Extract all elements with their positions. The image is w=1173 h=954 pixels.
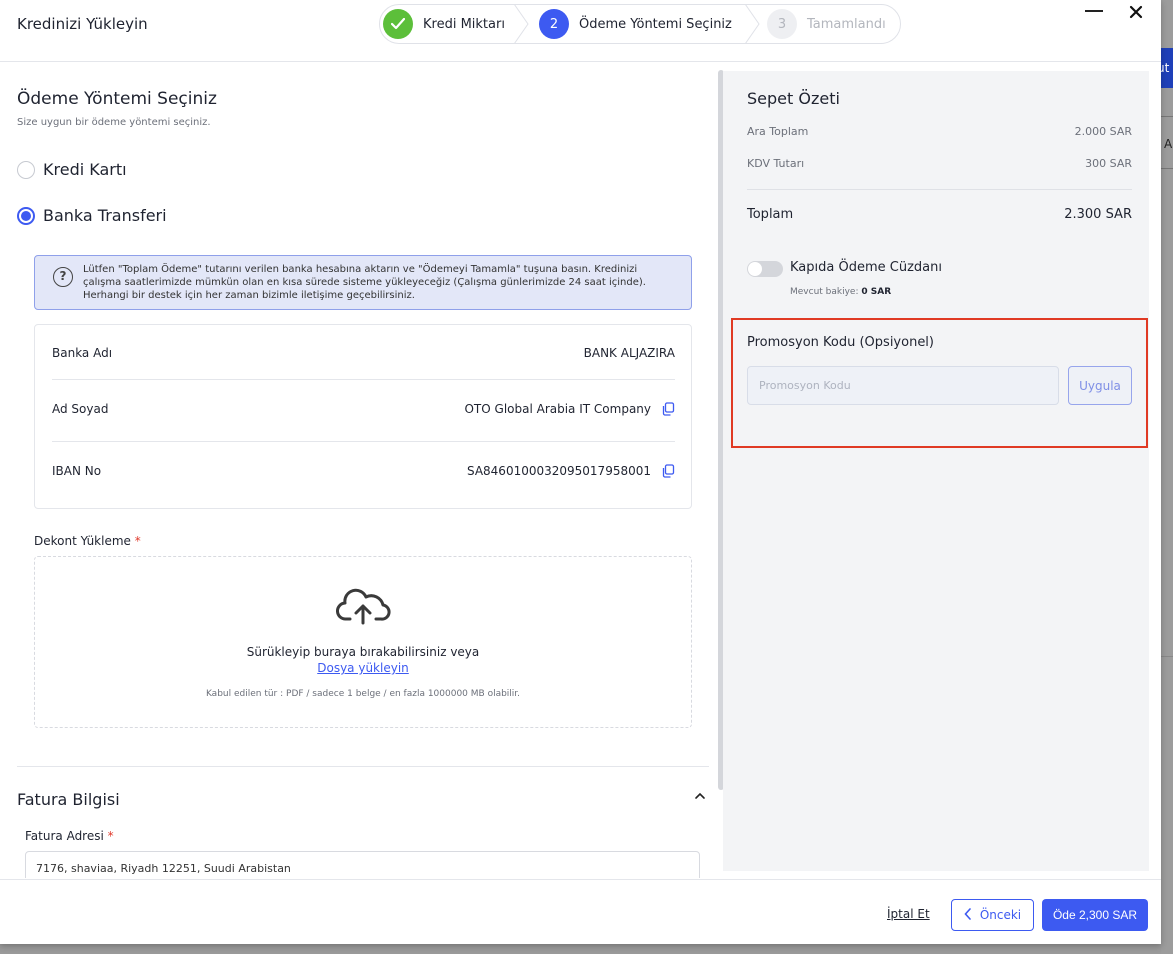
- invoice-address-label-text: Fatura Adresi: [25, 829, 104, 843]
- step-number: 2: [539, 9, 569, 39]
- balance-value: 0 SAR: [861, 287, 892, 297]
- radio-kredi-karti[interactable]: Kredi Kartı: [17, 160, 127, 179]
- step-tamamlandi[interactable]: 3 Tamamlandı: [767, 5, 886, 43]
- upload-drag-text: Sürükleyip buraya bırakabilirsiniz veya: [246, 645, 480, 659]
- bank-value-group: OTO Global Arabia IT Company: [464, 402, 675, 416]
- background-button: ut: [1161, 48, 1173, 88]
- radio-banka-transferi[interactable]: Banka Transferi: [17, 206, 167, 225]
- balance-label: Mevcut bakiye:: [790, 287, 859, 297]
- subtotal-row: Ara Toplam 2.000 SAR: [747, 125, 1132, 138]
- step-number: 3: [767, 9, 797, 39]
- modal-footer: İptal Et Önceki Öde 2,300 SAR: [0, 879, 1161, 944]
- step-odeme-yontemi[interactable]: 2 Ödeme Yöntemi Seçiniz: [539, 5, 732, 43]
- bank-row-name: Banka Adı BANK ALJAZIRA: [52, 346, 675, 360]
- upload-label: Dekont Yükleme *: [34, 534, 141, 548]
- step-label: Tamamlandı: [807, 16, 886, 32]
- vat-value: 300 SAR: [1085, 157, 1132, 170]
- bank-row-holder: Ad Soyad OTO Global Arabia IT Company: [52, 402, 675, 416]
- payment-panel: Ödeme Yöntemi Seçiniz Size uygun bir öde…: [0, 63, 718, 878]
- previous-label: Önceki: [979, 908, 1022, 922]
- bank-key: Banka Adı: [52, 346, 113, 360]
- minimize-icon[interactable]: [1085, 10, 1103, 12]
- bank-key: Ad Soyad: [52, 402, 109, 416]
- subtotal-value: 2.000 SAR: [1074, 125, 1132, 138]
- background-divider: [1161, 116, 1173, 117]
- divider: [747, 189, 1132, 190]
- close-icon[interactable]: [1126, 0, 1146, 39]
- promo-highlight-box: [731, 318, 1148, 448]
- cancel-link[interactable]: İptal Et: [887, 907, 930, 921]
- total-value: 2.300 SAR: [1064, 207, 1132, 222]
- total-row: Toplam 2.300 SAR: [747, 207, 1132, 222]
- copy-icon[interactable]: [661, 464, 675, 478]
- total-label: Toplam: [747, 207, 794, 222]
- check-icon: [383, 9, 413, 39]
- radio-circle[interactable]: [17, 160, 35, 179]
- previous-button[interactable]: Önceki: [951, 899, 1034, 931]
- bank-key: IBAN No: [52, 464, 102, 478]
- bank-value: OTO Global Arabia IT Company: [464, 402, 651, 416]
- radio-circle[interactable]: [17, 206, 35, 225]
- bank-value-group: SA8460100032095017958001: [467, 464, 675, 478]
- summary-title: Sepet Özeti: [747, 89, 840, 108]
- bank-value: BANK ALJAZIRA: [583, 346, 675, 360]
- question-icon: ?: [53, 267, 73, 287]
- wallet-label: Kapıda Ödeme Cüzdanı: [790, 260, 942, 275]
- divider: [52, 441, 675, 442]
- payment-subtitle: Size uygun bir ödeme yöntemi seçiniz.: [17, 117, 211, 128]
- chevron-up-icon[interactable]: [693, 789, 707, 807]
- radio-label: Kredi Kartı: [43, 160, 127, 179]
- info-alert: ? Lütfen "Toplam Ödeme" tutarını verilen…: [34, 255, 692, 310]
- copy-icon[interactable]: [661, 402, 675, 416]
- required-mark: *: [107, 829, 114, 843]
- divider: [52, 379, 675, 380]
- upload-hint: Kabul edilen tür : PDF / sadece 1 belge …: [205, 689, 521, 699]
- step-label: Kredi Miktarı: [423, 16, 505, 32]
- vat-label: KDV Tutarı: [747, 157, 805, 170]
- upload-file-link[interactable]: Dosya yükleyin: [35, 661, 691, 675]
- bank-value: SA8460100032095017958001: [466, 464, 651, 478]
- required-mark: *: [134, 534, 141, 548]
- background-text: A: [1164, 137, 1173, 151]
- wallet-toggle[interactable]: [747, 261, 783, 277]
- invoice-address-input[interactable]: 7176, shaviaa, Riyadh 12251, Suudi Arabi…: [25, 851, 700, 878]
- modal-header: Kredinizi Yükleyin Kredi Miktarı 2 Ödeme…: [0, 0, 1161, 62]
- subtotal-label: Ara Toplam: [747, 125, 809, 138]
- radio-label: Banka Transferi: [43, 206, 167, 225]
- step-separator-icon: [514, 5, 529, 43]
- bank-row-iban: IBAN No SA8460100032095017958001: [52, 464, 675, 478]
- invoice-title: Fatura Bilgisi: [17, 790, 120, 809]
- background-divider: [1161, 168, 1173, 169]
- divider: [17, 766, 709, 767]
- stepper: Kredi Miktarı 2 Ödeme Yöntemi Seçiniz 3 …: [379, 4, 901, 44]
- balance-text: Mevcut bakiye: 0 SAR: [790, 287, 891, 297]
- chevron-left-icon: [964, 907, 972, 923]
- upload-label-text: Dekont Yükleme: [34, 534, 131, 548]
- info-text: Lütfen "Toplam Ödeme" tutarını verilen b…: [83, 264, 646, 301]
- background-button-label: ut: [1161, 61, 1170, 75]
- background-divider: [1161, 656, 1173, 657]
- cloud-upload-icon: [336, 588, 391, 625]
- modal-title: Kredinizi Yükleyin: [17, 15, 148, 33]
- bank-details-card: Banka Adı BANK ALJAZIRA Ad Soyad OTO Glo…: [34, 324, 692, 509]
- step-label: Ödeme Yöntemi Seçiniz: [579, 16, 732, 32]
- vat-row: KDV Tutarı 300 SAR: [747, 157, 1132, 170]
- step-kredi-miktari[interactable]: Kredi Miktarı: [383, 5, 505, 43]
- pay-button[interactable]: Öde 2,300 SAR: [1042, 899, 1148, 931]
- cart-summary-panel: Sepet Özeti Ara Toplam 2.000 SAR KDV Tut…: [723, 71, 1149, 871]
- invoice-address-label: Fatura Adresi *: [25, 829, 114, 843]
- credit-load-modal: Kredinizi Yükleyin Kredi Miktarı 2 Ödeme…: [0, 0, 1161, 944]
- step-separator-icon: [745, 5, 760, 43]
- upload-dropzone[interactable]: Sürükleyip buraya bırakabilirsiniz veya …: [34, 556, 692, 728]
- payment-title: Ödeme Yöntemi Seçiniz: [17, 89, 217, 109]
